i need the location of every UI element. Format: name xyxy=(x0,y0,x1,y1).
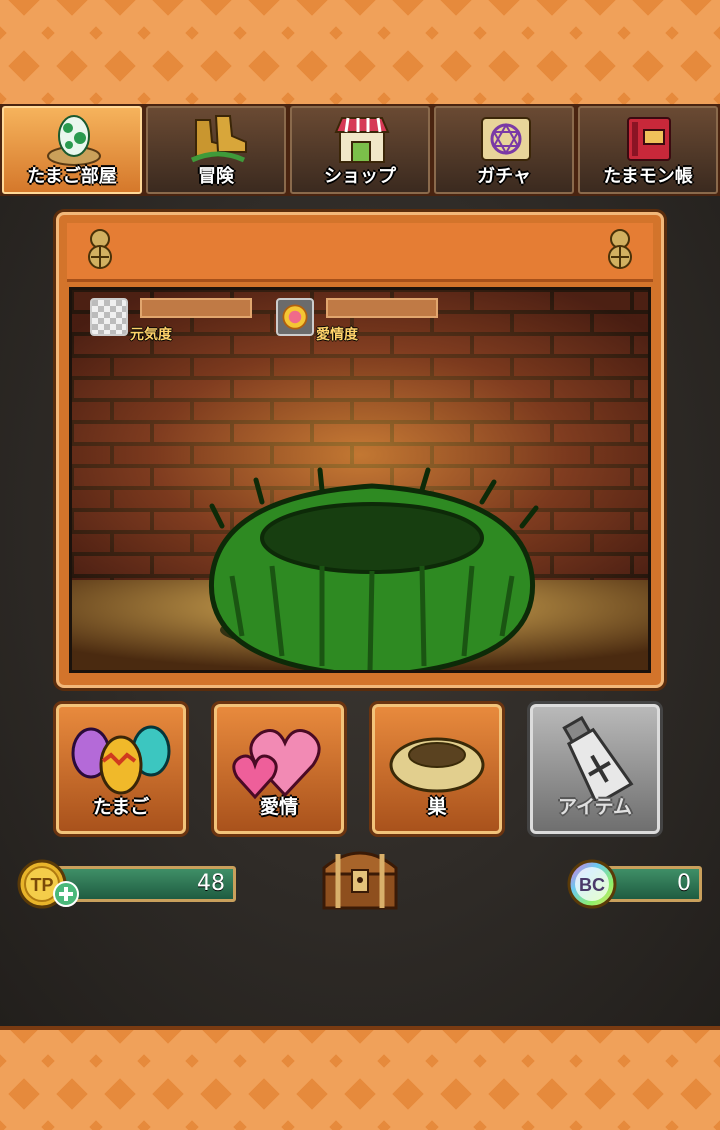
bottom-band-edge xyxy=(0,1026,720,1030)
nest-icon xyxy=(389,737,485,793)
tab-label: たまご部屋 xyxy=(27,166,117,187)
panel-header xyxy=(67,223,653,282)
eggs-icon xyxy=(71,725,171,795)
egg-room-panel: 元気度 愛情度 xyxy=(56,212,664,688)
hearts-icon xyxy=(232,729,321,800)
boots-icon xyxy=(190,115,247,163)
item-button[interactable]: アイテム xyxy=(530,704,660,834)
tab-egg-room[interactable]: たまご部屋 xyxy=(2,106,142,194)
action-label: たまご xyxy=(92,796,150,818)
tab-label: たまモン帳 xyxy=(603,166,693,187)
tab-gacha[interactable]: ガチャ xyxy=(434,106,574,194)
action-label: 巣 xyxy=(427,796,447,818)
treasure-chest-icon[interactable] xyxy=(318,842,402,912)
grass-nest-icon xyxy=(208,467,539,670)
action-label: アイテム xyxy=(557,796,633,818)
main-tab-bar: たまご部屋 冒険 ショップ ガチャ たまモン帳 xyxy=(0,104,720,196)
rivet-icon xyxy=(88,229,112,269)
room-scene[interactable]: 元気度 愛情度 xyxy=(69,287,651,673)
tab-tamamon-book[interactable]: たまモン帳 xyxy=(578,106,718,194)
tab-label: ショップ xyxy=(324,166,396,187)
nest-button[interactable]: 巣 xyxy=(372,704,502,834)
affection-meter xyxy=(326,298,438,318)
checkered-icon xyxy=(90,298,128,336)
affection-button[interactable]: 愛情 xyxy=(214,704,344,834)
shop-icon xyxy=(334,117,390,163)
potion-bottle-icon xyxy=(562,715,634,801)
bottom-decoration-band xyxy=(0,1028,720,1130)
bc-badge: BC xyxy=(579,875,605,895)
magic-scroll-icon xyxy=(481,117,531,161)
top-decoration-band xyxy=(0,0,720,108)
bc-coin-icon: BC xyxy=(567,859,617,909)
tab-shop[interactable]: ショップ xyxy=(290,106,430,194)
stat-affection: 愛情度 xyxy=(276,298,438,343)
tab-label: 冒険 xyxy=(198,166,234,187)
book-icon xyxy=(627,117,671,161)
tp-badge: TP xyxy=(30,875,53,895)
energy-meter xyxy=(140,298,252,318)
stat-label: 愛情度 xyxy=(316,327,358,343)
sun-face-icon xyxy=(276,298,314,336)
eggs-button[interactable]: たまご xyxy=(56,704,186,834)
tab-label: ガチャ xyxy=(477,166,531,187)
stat-label: 元気度 xyxy=(130,327,172,343)
rivet-icon xyxy=(608,229,632,269)
action-label: 愛情 xyxy=(259,796,298,818)
egg-in-nest-icon xyxy=(47,115,101,166)
stat-energy: 元気度 xyxy=(90,298,252,343)
tab-adventure[interactable]: 冒険 xyxy=(146,106,286,194)
add-tp-button[interactable] xyxy=(52,880,80,908)
